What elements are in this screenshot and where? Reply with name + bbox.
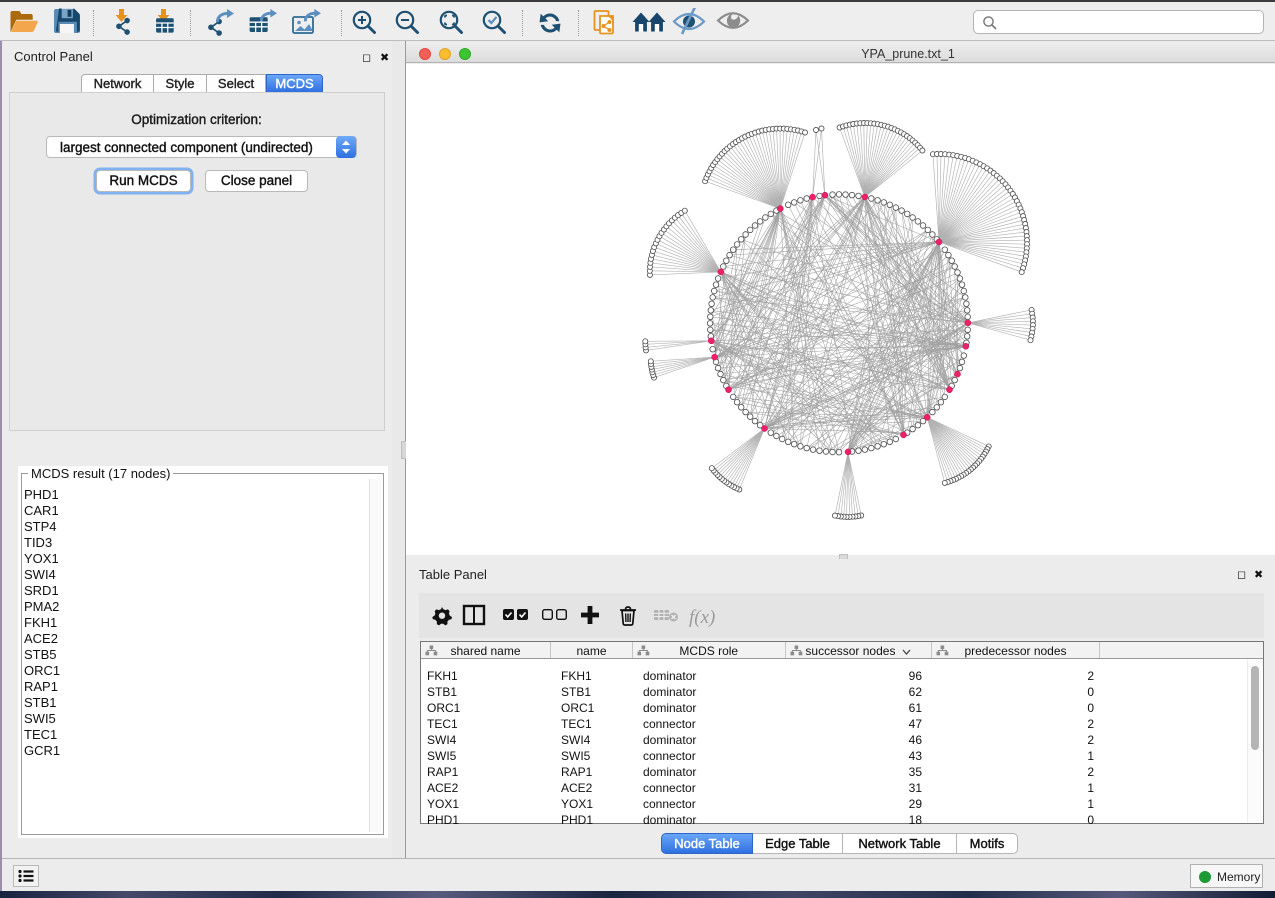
svg-text:f(x): f(x) <box>689 607 715 628</box>
